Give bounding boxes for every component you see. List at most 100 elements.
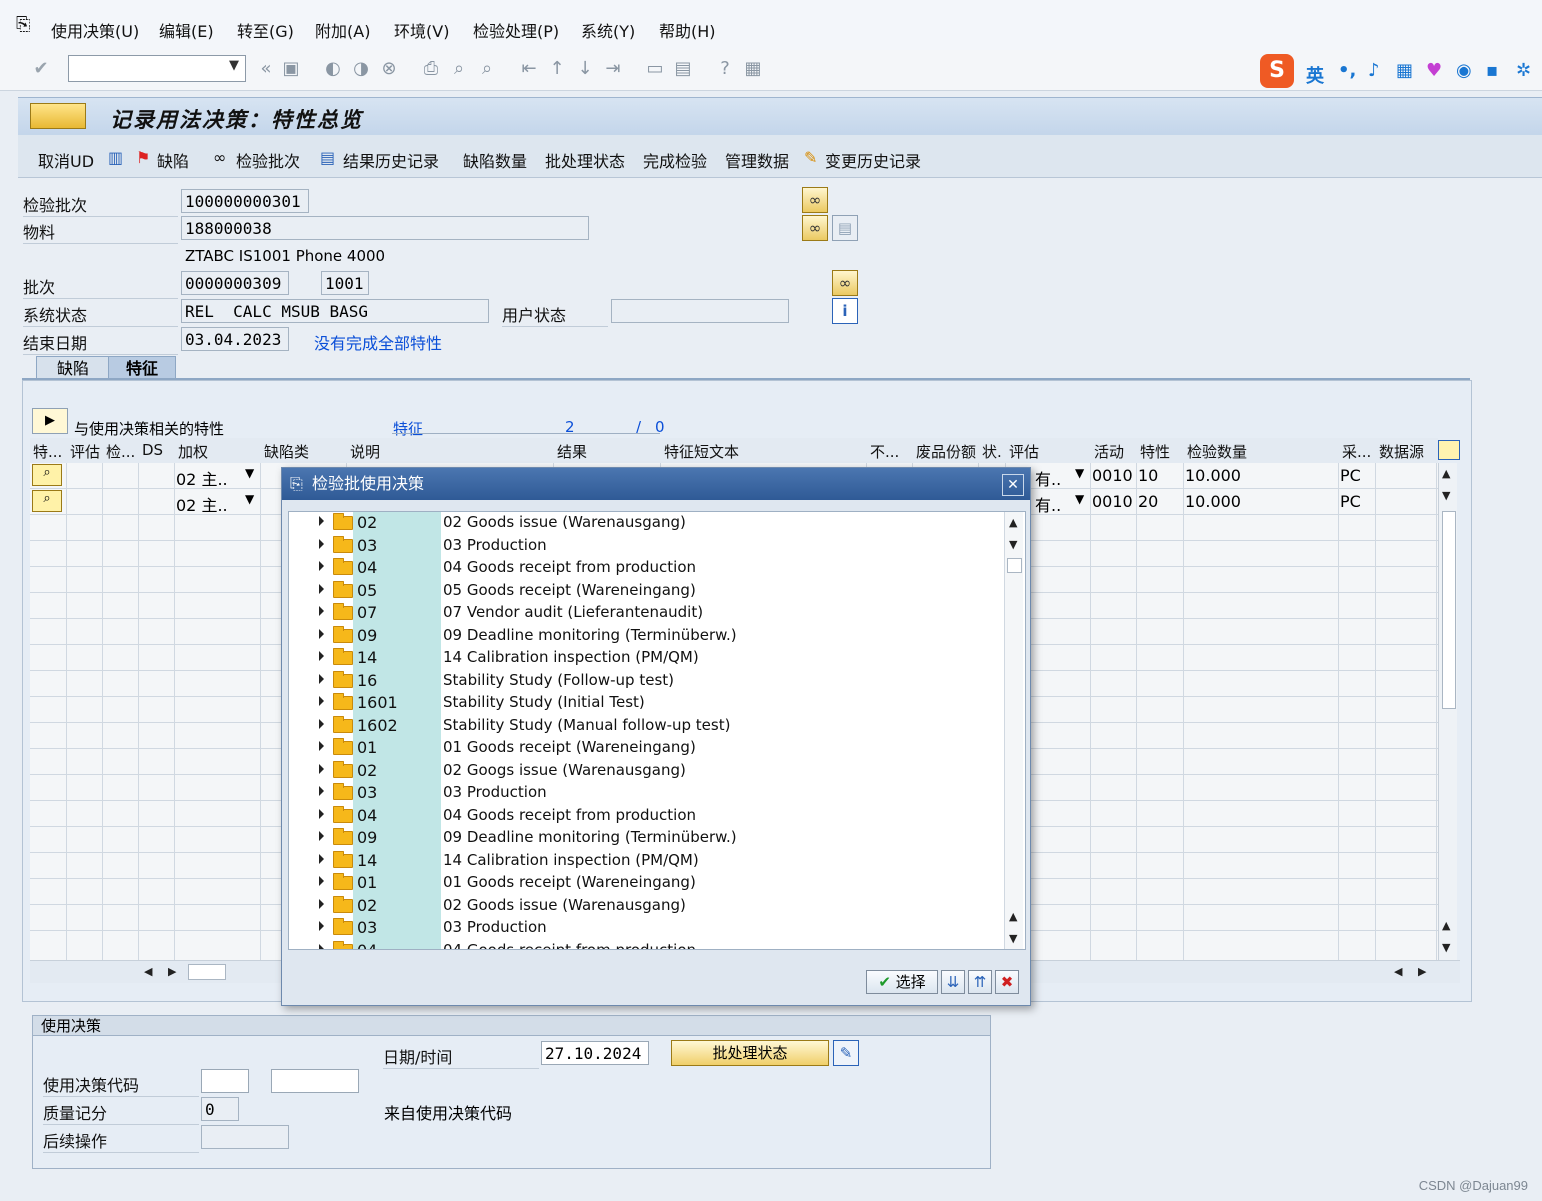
- expand-arrow-icon[interactable]: [319, 898, 324, 909]
- collapse-all-icon[interactable]: ⇈: [968, 970, 992, 994]
- ud-batch-status-button[interactable]: 批处理状态: [671, 1040, 829, 1066]
- cancel-icon[interactable]: ⊗: [378, 58, 400, 80]
- exit-icon[interactable]: ◑: [350, 58, 372, 80]
- enter-check-icon[interactable]: ✔: [30, 58, 52, 80]
- expand-arrow-icon[interactable]: [319, 651, 324, 661]
- scroll-up-icon[interactable]: ▲: [1009, 516, 1017, 529]
- tree-vertical-scrollbar[interactable]: ▲ ▼ ▲ ▼: [1004, 512, 1023, 949]
- new-session-icon[interactable]: ▭: [644, 58, 666, 80]
- menu-goto[interactable]: 转至(G): [237, 18, 294, 42]
- ime-skin-icon[interactable]: ♥: [1426, 60, 1442, 81]
- change-history-icon[interactable]: ✎: [804, 148, 817, 167]
- save-icon[interactable]: ▣: [280, 58, 302, 80]
- scroll-right-icon[interactable]: ▶: [1418, 965, 1426, 978]
- edit-long-text-icon[interactable]: ✎: [833, 1040, 859, 1066]
- scroll-left-icon[interactable]: ◀: [144, 965, 152, 978]
- expand-arrow-icon[interactable]: [319, 808, 324, 819]
- scroll-down-icon[interactable]: ▼: [1009, 538, 1017, 551]
- menu-usage-decision[interactable]: 使用决策(U): [51, 18, 139, 42]
- expand-all-icon[interactable]: ⇊: [941, 970, 965, 994]
- chevron-down-icon[interactable]: ▼: [229, 58, 239, 73]
- chevron-down-icon[interactable]: ▼: [1075, 466, 1084, 480]
- expand-arrow-icon[interactable]: [319, 853, 324, 864]
- expand-arrow-icon[interactable]: ▶: [32, 408, 68, 434]
- change-history-button[interactable]: 变更历史记录: [825, 148, 921, 172]
- help-icon[interactable]: ?: [714, 58, 736, 80]
- admin-data-button[interactable]: 管理数据: [725, 148, 789, 172]
- menu-help[interactable]: 帮助(H): [659, 18, 716, 42]
- select-button[interactable]: ✔ 选择: [866, 970, 938, 994]
- menu-extras[interactable]: 附加(A): [315, 18, 370, 42]
- expand-arrow-icon[interactable]: [319, 673, 324, 684]
- defect-quantity-button[interactable]: 缺陷数量: [463, 148, 527, 172]
- glasses-icon[interactable]: ∞: [213, 148, 226, 167]
- find-icon[interactable]: ⌕: [448, 58, 470, 80]
- result-recording-icon[interactable]: ⌕: [32, 490, 62, 512]
- expand-arrow-icon[interactable]: [319, 943, 324, 949]
- scroll-down-icon[interactable]: ▼: [1009, 932, 1017, 945]
- col-inspection-qty[interactable]: 检验数量: [1187, 441, 1247, 462]
- worklist-icon[interactable]: ▥: [108, 148, 123, 167]
- ime-logo-icon[interactable]: S: [1260, 54, 1294, 88]
- ime-settings-icon[interactable]: ✲: [1516, 60, 1531, 81]
- col-scrap-share[interactable]: 废品份额: [916, 441, 976, 462]
- tree-item[interactable]: 02 02 Goods issue (Warenausgang): [289, 512, 1009, 534]
- expand-arrow-icon[interactable]: [319, 876, 324, 886]
- menu-system[interactable]: 系统(Y): [581, 18, 635, 42]
- ime-lang[interactable]: 英: [1306, 62, 1324, 88]
- expand-arrow-icon[interactable]: [319, 741, 324, 751]
- col-insp[interactable]: 检...: [106, 441, 135, 462]
- col-sampling[interactable]: 采...: [1342, 441, 1371, 462]
- col-status[interactable]: 状.: [982, 441, 1002, 462]
- incomplete-characteristics-link[interactable]: 没有完成全部特性: [314, 330, 442, 354]
- results-history-icon[interactable]: ▤: [320, 148, 335, 167]
- batch-status-button[interactable]: 批处理状态: [545, 148, 625, 172]
- next-page-icon[interactable]: ↓: [574, 58, 596, 80]
- col-char[interactable]: 特...: [33, 441, 62, 462]
- display-material-glasses-icon[interactable]: ∞: [802, 215, 828, 241]
- back-icon[interactable]: ◐: [322, 58, 344, 80]
- defect-flag-icon[interactable]: ⚑: [136, 148, 150, 167]
- scroll-right-icon[interactable]: ▶: [168, 965, 176, 978]
- shortcut-icon[interactable]: ▤: [672, 58, 694, 80]
- menu-edit[interactable]: 编辑(E): [159, 18, 214, 42]
- col-activity[interactable]: 活动: [1094, 441, 1124, 462]
- complete-inspection-button[interactable]: 完成检验: [643, 148, 707, 172]
- col-short-text[interactable]: 特征短文本: [664, 441, 739, 462]
- defects-button[interactable]: 缺陷: [157, 148, 189, 172]
- tree-item[interactable]: 09 09 Deadline monitoring (Terminüberw.): [289, 827, 1009, 849]
- tree-item[interactable]: 03 03 Production: [289, 917, 1009, 939]
- tree-item[interactable]: 14 14 Calibration inspection (PM/QM): [289, 850, 1009, 872]
- chevron-down-icon[interactable]: ▼: [245, 466, 254, 480]
- tree-item[interactable]: 01 01 Goods receipt (Wareneingang): [289, 737, 1009, 759]
- expand-arrow-icon[interactable]: [319, 831, 324, 841]
- scroll-left-icon[interactable]: ◀: [1394, 965, 1402, 978]
- tree-item[interactable]: 04 04 Goods receipt from production: [289, 805, 1009, 827]
- col-not[interactable]: 不...: [870, 441, 899, 462]
- cancel-ud-button[interactable]: 取消UD: [38, 148, 94, 172]
- scroll-thumb[interactable]: [1442, 511, 1456, 709]
- chevron-down-icon[interactable]: ▼: [245, 492, 254, 506]
- date-time-field[interactable]: 27.10.2024: [541, 1041, 649, 1065]
- expand-arrow-icon[interactable]: [319, 516, 324, 526]
- tree-item[interactable]: 03 03 Production: [289, 782, 1009, 804]
- expand-arrow-icon[interactable]: [319, 606, 324, 616]
- info-icon[interactable]: i: [832, 298, 858, 324]
- tree-item[interactable]: 1602 Stability Study (Manual follow-up te…: [289, 715, 1009, 737]
- copy-icon[interactable]: ▤: [832, 215, 858, 241]
- layout-settings-icon[interactable]: [1438, 440, 1460, 460]
- layout-menu-icon[interactable]: ▦: [742, 58, 764, 80]
- tree-item[interactable]: 03 03 Production: [289, 535, 1009, 557]
- col-characteristic[interactable]: 特性: [1140, 441, 1170, 462]
- scroll-thumb[interactable]: [1007, 558, 1022, 573]
- screen-menu-icon[interactable]: [30, 103, 86, 129]
- expand-arrow-icon[interactable]: [319, 561, 324, 571]
- ud-code-field-2[interactable]: [271, 1069, 359, 1093]
- cancel-icon[interactable]: ✖: [995, 970, 1019, 994]
- results-history-button[interactable]: 结果历史记录: [343, 148, 439, 172]
- print-icon[interactable]: ⎙: [420, 58, 442, 80]
- result-recording-icon[interactable]: ⌕: [32, 464, 62, 486]
- menu-environment[interactable]: 环境(V): [394, 18, 449, 42]
- prev-page-icon[interactable]: ↑: [546, 58, 568, 80]
- ime-game-icon[interactable]: ◉: [1456, 60, 1472, 81]
